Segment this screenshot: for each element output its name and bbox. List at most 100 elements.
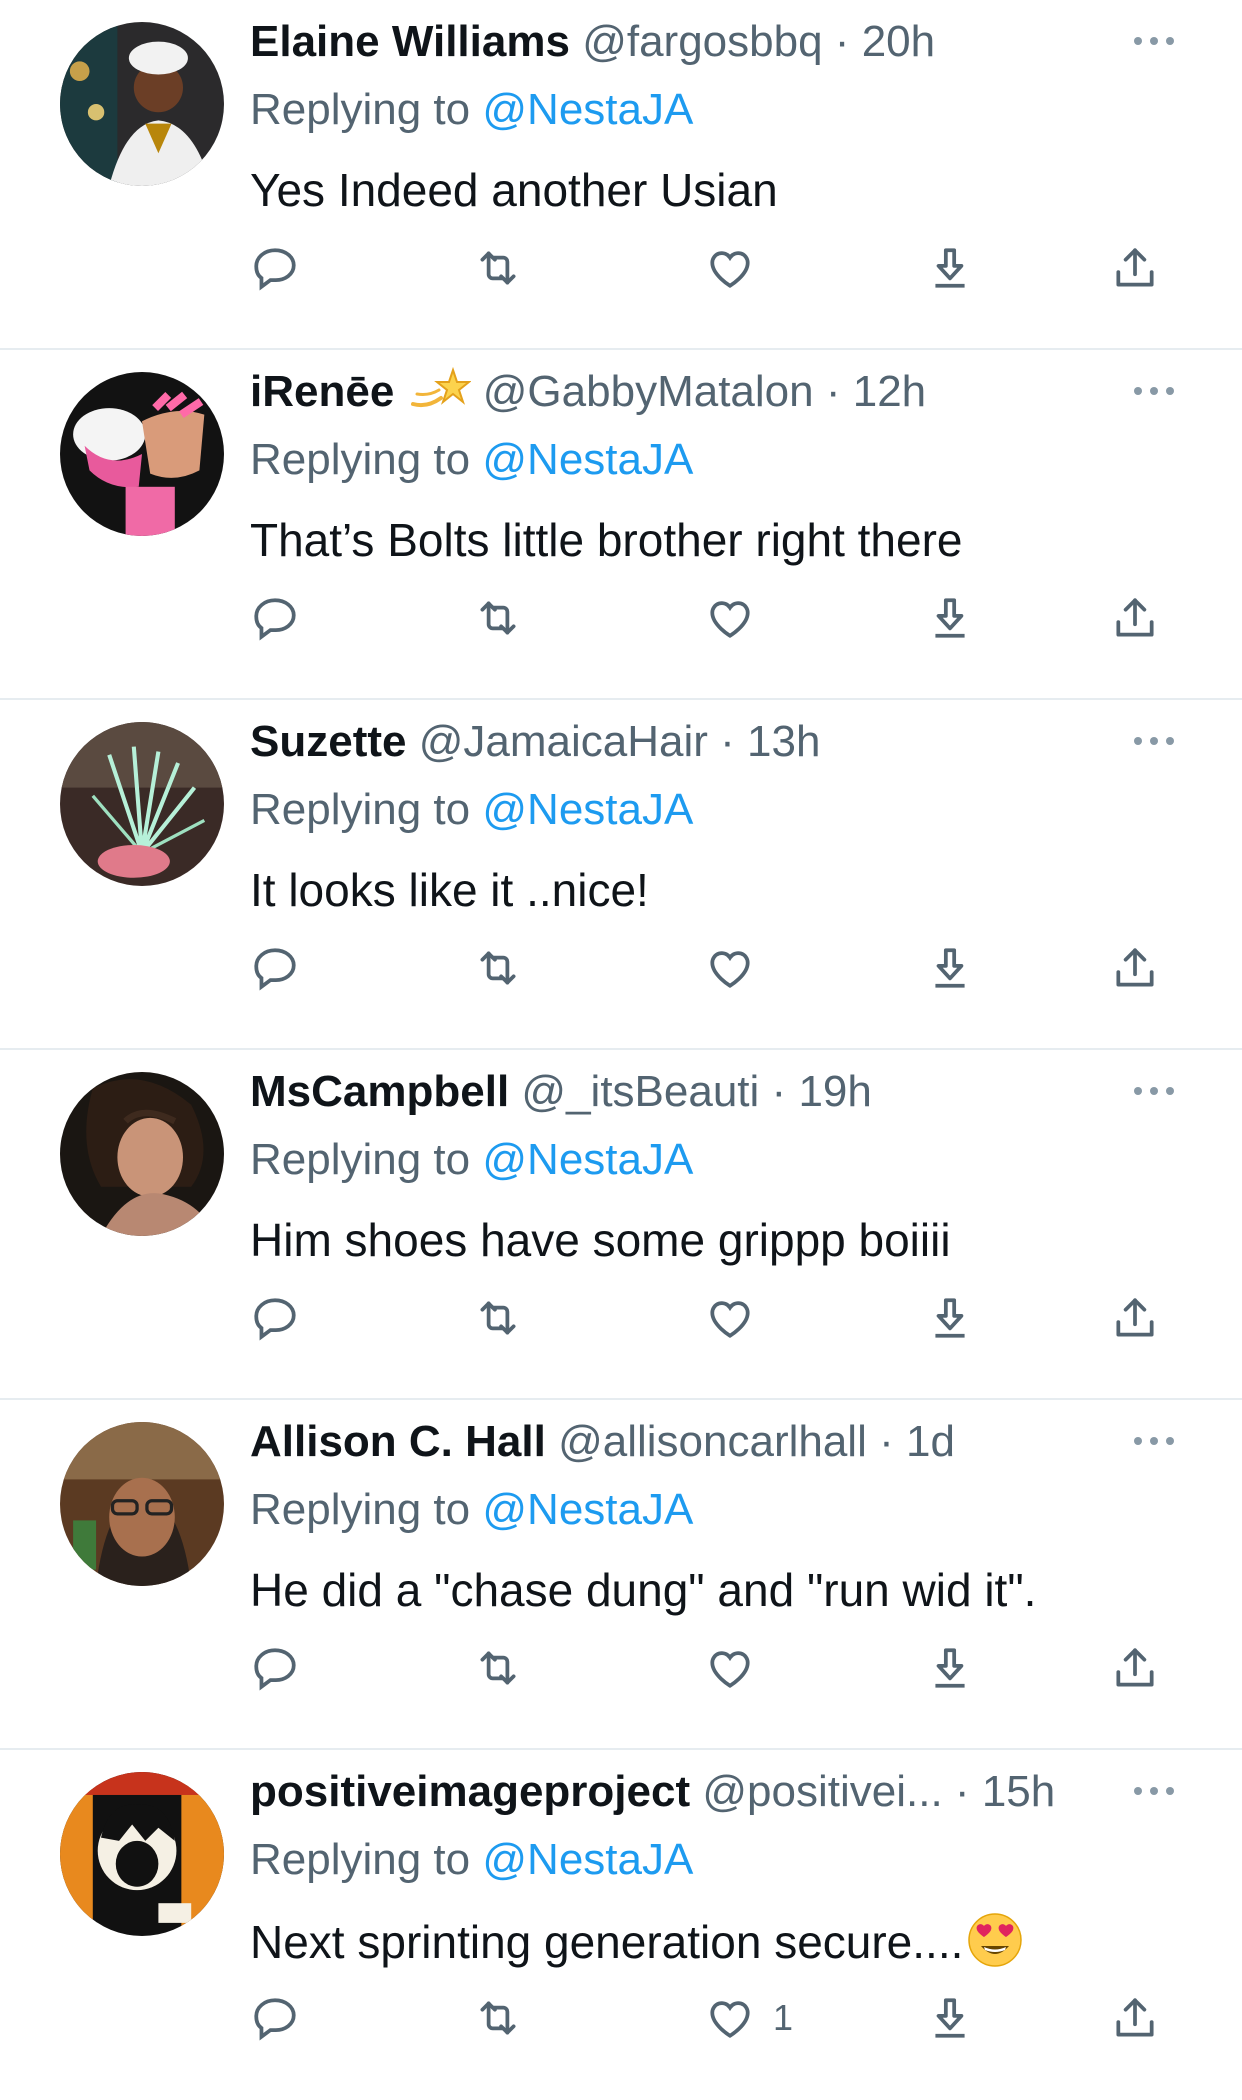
tweet[interactable]: Allison C. Hall @allisoncarlhall · 1d Re…: [0, 1400, 1242, 1750]
like-count: 1: [773, 1997, 794, 2038]
more-icon[interactable]: [1128, 1776, 1180, 1806]
retweet-icon: [473, 1993, 523, 2043]
display-name[interactable]: Elaine Williams: [250, 17, 570, 66]
retweet-button[interactable]: [473, 588, 523, 648]
tweet-text-content: It looks like it ..nice!: [250, 864, 649, 916]
tweet-header: MsCampbell @_itsBeauti · 19h: [250, 1064, 1122, 1120]
download-button[interactable]: [925, 588, 975, 648]
display-name[interactable]: Allison C. Hall: [250, 1417, 546, 1466]
user-handle[interactable]: @GabbyMatalon: [483, 367, 814, 416]
avatar[interactable]: [60, 1422, 224, 1586]
download-icon: [925, 593, 975, 643]
timestamp[interactable]: 1d: [906, 1417, 955, 1466]
heart-icon: [705, 593, 755, 643]
share-button[interactable]: [1110, 1988, 1160, 2048]
reply-icon: [250, 943, 300, 993]
replying-to-label: Replying to: [250, 435, 471, 484]
retweet-button[interactable]: [473, 1988, 523, 2048]
display-name[interactable]: MsCampbell: [250, 1067, 509, 1116]
timestamp[interactable]: 20h: [862, 17, 935, 66]
reply-button[interactable]: [250, 938, 300, 998]
retweet-button[interactable]: [473, 238, 523, 298]
replying-to-label: Replying to: [250, 1135, 471, 1184]
tweet-text: It looks like it ..nice!: [250, 860, 1202, 920]
share-icon: [1110, 943, 1160, 993]
tweet[interactable]: MsCampbell @_itsBeauti · 19h Replying to…: [0, 1050, 1242, 1400]
more-icon[interactable]: [1128, 1426, 1180, 1456]
download-icon: [925, 943, 975, 993]
share-icon: [1110, 243, 1160, 293]
replying-to-label: Replying to: [250, 1835, 471, 1884]
like-button[interactable]: [705, 588, 773, 648]
more-icon[interactable]: [1128, 1076, 1180, 1106]
mention-link[interactable]: @NestaJA: [482, 1485, 693, 1534]
user-handle[interactable]: @_itsBeauti: [521, 1067, 759, 1116]
mention-link[interactable]: @NestaJA: [482, 1135, 693, 1184]
download-button[interactable]: [925, 1638, 975, 1698]
timestamp[interactable]: 19h: [798, 1067, 871, 1116]
tweet-text-content: Him shoes have some grippp boiiii: [250, 1214, 951, 1266]
timestamp[interactable]: 13h: [747, 717, 820, 766]
share-icon: [1110, 1293, 1160, 1343]
reply-button[interactable]: [250, 588, 300, 648]
retweet-button[interactable]: [473, 1288, 523, 1348]
share-button[interactable]: [1110, 1638, 1160, 1698]
user-handle[interactable]: @JamaicaHair: [419, 717, 708, 766]
reply-button[interactable]: [250, 238, 300, 298]
replying-to: Replying to @NestaJA: [250, 82, 693, 138]
user-handle[interactable]: @fargosbbq: [582, 17, 822, 66]
share-button[interactable]: [1110, 588, 1160, 648]
share-button[interactable]: [1110, 238, 1160, 298]
display-name[interactable]: positiveimageproject: [250, 1767, 690, 1816]
like-button[interactable]: [705, 1288, 773, 1348]
download-button[interactable]: [925, 1288, 975, 1348]
display-name[interactable]: Suzette: [250, 717, 406, 766]
avatar[interactable]: [60, 1772, 224, 1936]
download-icon: [925, 243, 975, 293]
download-button[interactable]: [925, 238, 975, 298]
tweet-header: Suzette @JamaicaHair · 13h: [250, 714, 1122, 770]
more-icon[interactable]: [1128, 376, 1180, 406]
share-button[interactable]: [1110, 1288, 1160, 1348]
more-icon[interactable]: [1128, 26, 1180, 56]
tweet[interactable]: Suzette @JamaicaHair · 13h Replying to @…: [0, 700, 1242, 1050]
avatar[interactable]: [60, 22, 224, 186]
like-button[interactable]: [705, 938, 773, 998]
retweet-button[interactable]: [473, 938, 523, 998]
reply-button[interactable]: [250, 1988, 300, 2048]
download-button[interactable]: [925, 938, 975, 998]
action-bar: 1: [0, 1988, 1242, 2048]
tweet[interactable]: positiveimageproject @positivei... · 15h…: [0, 1750, 1242, 2100]
mention-link[interactable]: @NestaJA: [482, 435, 693, 484]
timestamp[interactable]: 12h: [853, 367, 926, 416]
reply-button[interactable]: [250, 1638, 300, 1698]
avatar[interactable]: [60, 1072, 224, 1236]
download-icon: [925, 1993, 975, 2043]
display-name[interactable]: iRenēe: [250, 367, 394, 416]
tweet[interactable]: Elaine Williams @fargosbbq · 20h Replyin…: [0, 0, 1242, 350]
replying-to-label: Replying to: [250, 85, 471, 134]
like-button[interactable]: [705, 1638, 773, 1698]
mention-link[interactable]: @NestaJA: [482, 85, 693, 134]
tweet[interactable]: iRenēe @GabbyMatalon · 12h Replying to @…: [0, 350, 1242, 700]
avatar[interactable]: [60, 372, 224, 536]
dizzy-star-icon: [407, 364, 472, 412]
reply-icon: [250, 243, 300, 293]
mention-link[interactable]: @NestaJA: [482, 1835, 693, 1884]
like-button[interactable]: [705, 238, 773, 298]
more-icon[interactable]: [1128, 726, 1180, 756]
avatar[interactable]: [60, 722, 224, 886]
download-button[interactable]: [925, 1988, 975, 2048]
retweet-button[interactable]: [473, 1638, 523, 1698]
replying-to: Replying to @NestaJA: [250, 782, 693, 838]
like-button[interactable]: 1: [705, 1988, 793, 2048]
user-handle[interactable]: @allisoncarlhall: [558, 1417, 867, 1466]
mention-link[interactable]: @NestaJA: [482, 785, 693, 834]
share-button[interactable]: [1110, 938, 1160, 998]
user-handle[interactable]: @positivei...: [702, 1767, 942, 1816]
timestamp[interactable]: 15h: [982, 1767, 1055, 1816]
tweet-header: positiveimageproject @positivei... · 15h: [250, 1764, 1122, 1820]
tweet-header: iRenēe @GabbyMatalon · 12h: [250, 364, 1122, 420]
reply-button[interactable]: [250, 1288, 300, 1348]
replying-to: Replying to @NestaJA: [250, 432, 693, 488]
